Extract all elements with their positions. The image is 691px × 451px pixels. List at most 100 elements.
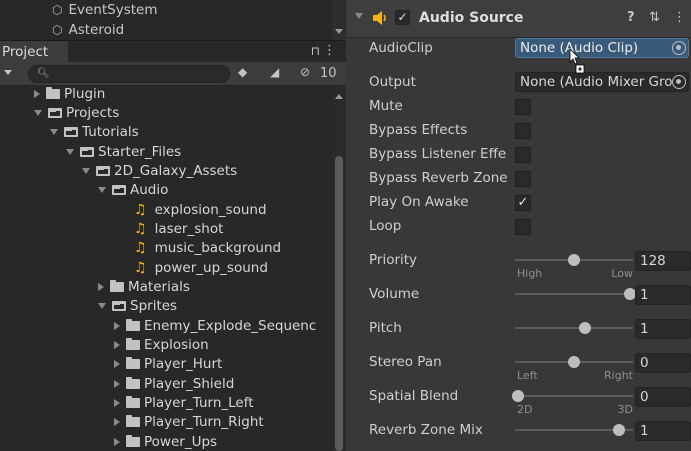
slider[interactable]: Left Right [515,349,633,382]
filter-by-label-icon[interactable]: ◢ [270,65,279,79]
expand-right-icon[interactable] [114,321,120,330]
folder-item[interactable]: Tutorials [50,123,139,142]
folder-item[interactable]: Audio [98,181,168,200]
foldout-icon[interactable] [355,13,363,19]
help-icon[interactable]: ? [627,10,635,25]
kebab-menu-icon[interactable]: ⋮ [323,43,336,58]
slider-track[interactable] [515,395,633,397]
slider-knob[interactable] [579,322,592,334]
slider-label: Volume [369,286,420,302]
search-icon: 🔍︎ [37,68,50,79]
expand-right-icon[interactable] [114,418,120,427]
toggle-label: Loop [369,218,402,234]
slider-knob[interactable] [568,356,580,368]
expand-down-icon[interactable] [98,187,106,194]
audio-asset-item[interactable]: ♫ power_up_sound [134,258,268,277]
slider-knob[interactable] [568,254,580,266]
slider[interactable]: High Low [515,247,633,280]
folder-item[interactable]: Starter_Files [66,142,181,161]
audio-asset-item[interactable]: ♫ explosion_sound [134,200,267,219]
toggle-checkbox[interactable] [515,147,531,163]
toggle-checkbox[interactable] [515,99,531,115]
toggle-checkbox[interactable] [515,123,531,139]
toggle-label: Bypass Reverb Zone [369,170,508,186]
object-picker-icon[interactable] [672,41,686,55]
folder-item[interactable]: Sprites [98,297,177,316]
folder-item[interactable]: Enemy_Explode_Sequenc [114,316,316,335]
expand-down-icon[interactable] [50,129,58,136]
preset-icon[interactable]: ⇅ [649,10,660,25]
folder-icon [126,434,140,447]
expand-down-icon[interactable] [34,109,42,116]
scroll-up-icon[interactable] [335,94,343,99]
hidden-packages-icon[interactable]: ⊘ [300,65,310,79]
scroll-down-icon[interactable] [335,29,343,34]
hidden-packages-count: 10 [320,66,337,81]
slider-value-field[interactable]: 0 [635,353,691,373]
tree-item-label: music_background [154,240,282,257]
expand-right-icon[interactable] [114,399,120,408]
expand-right-icon[interactable] [98,283,104,291]
folder-item[interactable]: Player_Hurt [114,355,222,374]
expand-down-icon[interactable] [98,303,106,310]
slider-value-field[interactable]: 1 [635,421,691,441]
tab-project[interactable]: Project [0,41,68,63]
toggle-checkbox[interactable]: ✓ [515,195,531,211]
folder-item[interactable]: Player_Turn_Left [114,394,254,413]
slider[interactable] [515,315,633,341]
kebab-menu-icon[interactable]: ⋮ [673,10,686,25]
slider-value-field[interactable]: 0 [635,387,691,407]
slider-value-field[interactable]: 128 [635,251,691,271]
expand-right-icon[interactable] [114,360,120,369]
create-dropdown-icon[interactable] [4,70,12,75]
tree-item-label: Sprites [130,298,178,315]
slider[interactable]: 2D 3D [512,383,633,416]
folder-icon [46,86,60,99]
expand-down-icon[interactable] [82,167,90,174]
folder-item[interactable]: Explosion [114,336,209,355]
project-search-input[interactable]: 🔍︎ [28,65,230,83]
slider-knob[interactable] [512,390,524,402]
slider-track[interactable] [515,327,633,329]
component-enabled-checkbox[interactable]: ✓ [395,10,410,25]
folder-item[interactable]: Materials [98,278,190,297]
expand-right-icon[interactable] [114,437,120,446]
lock-icon[interactable]: ⊓ [311,44,320,58]
slider-knob[interactable] [612,424,625,436]
folder-icon [126,318,140,331]
gameobject-icon: ⬡ [52,3,63,17]
folder-item[interactable]: Projects [34,103,119,122]
toggle-checkbox[interactable] [515,171,531,187]
audio-clip-field[interactable]: None (Audio Clip) [515,38,689,58]
toggle-checkbox[interactable] [515,219,531,235]
audio-asset-item[interactable]: ♫ music_background [134,239,281,258]
filter-by-type-icon[interactable]: ◆ [238,65,247,79]
tree-item-label: Explosion [144,337,209,354]
scrollbar-thumb[interactable] [335,156,343,451]
hierarchy-item[interactable]: ⬡ Asteroid [52,21,124,39]
project-scrollbar[interactable] [332,86,346,451]
slider-track[interactable] [515,293,633,295]
audio-clip-icon: ♫ [134,201,147,218]
expand-right-icon[interactable] [34,89,40,98]
slider[interactable] [515,281,636,307]
slider-value-field[interactable]: 1 [635,285,691,305]
expand-right-icon[interactable] [114,379,120,388]
audio-clip-label: AudioClip [369,40,433,56]
output-field[interactable]: None (Audio Mixer Gro [515,72,689,92]
output-label: Output [369,74,416,90]
slider-value-field[interactable]: 1 [635,319,691,339]
object-picker-icon[interactable] [672,75,686,89]
expand-down-icon[interactable] [66,148,74,155]
folder-item[interactable]: Player_Shield [114,374,234,393]
hierarchy-item[interactable]: ⬡ EventSystem [52,1,158,19]
folder-item[interactable]: Player_Turn_Right [114,413,264,432]
folder-item[interactable]: 2D_Galaxy_Assets [82,161,237,180]
audio-asset-item[interactable]: ♫ laser_shot [134,219,223,238]
folder-item[interactable]: Plugin [34,86,105,103]
folder-item[interactable]: Power_Ups [114,432,217,451]
slider[interactable] [515,417,633,443]
hierarchy-scrollbar[interactable] [332,0,346,40]
component-header[interactable]: ✓ Audio Source ? ⇅ ⋮ [347,0,691,38]
expand-right-icon[interactable] [114,341,120,350]
